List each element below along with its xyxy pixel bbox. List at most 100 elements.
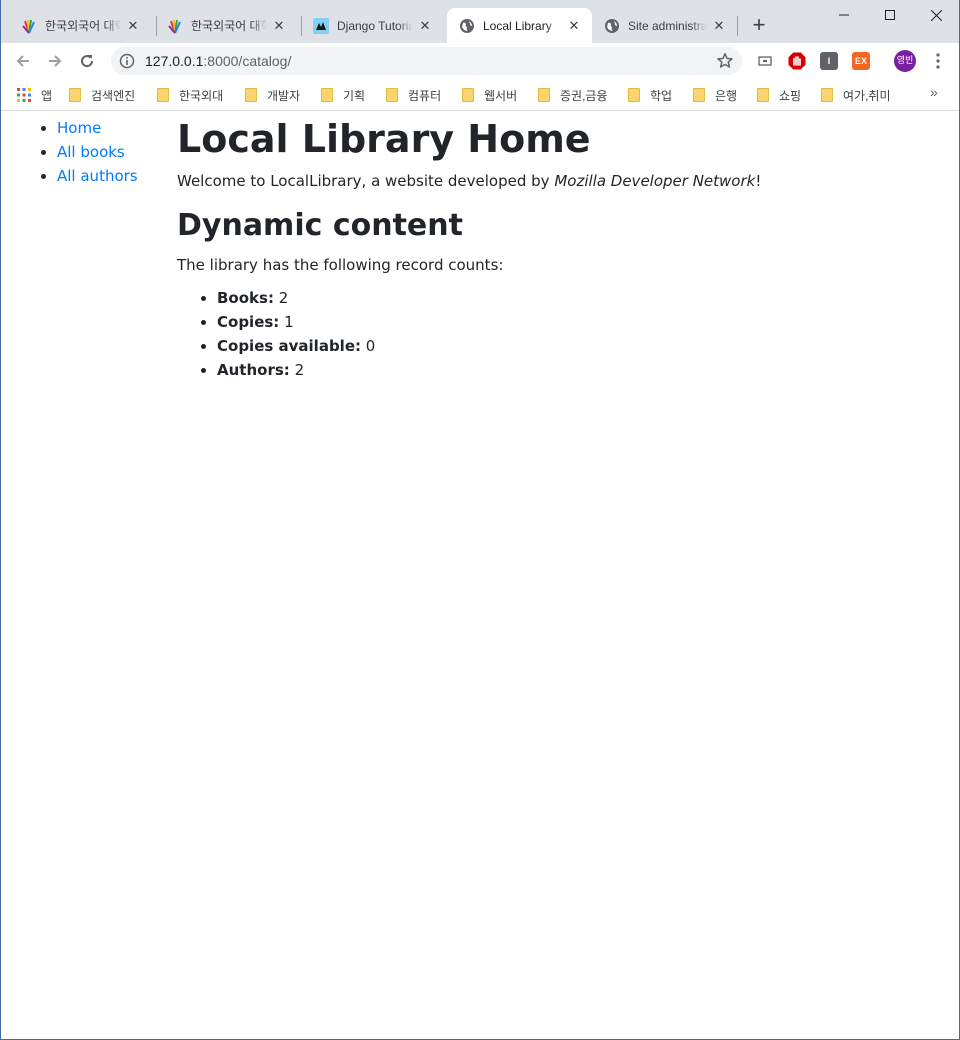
stat-label: Copies available: <box>217 337 361 355</box>
forward-button[interactable] <box>41 47 69 75</box>
forward-arrow-icon <box>49 55 62 67</box>
close-icon[interactable]: ✕ <box>711 18 727 34</box>
main-content: Local Library Home Welcome to LocalLibra… <box>177 116 937 382</box>
folder-icon <box>386 88 398 102</box>
tab-django-tutorial[interactable]: Django Tutorial ✕ <box>301 8 443 43</box>
profile-avatar[interactable]: 영빈 <box>894 50 916 72</box>
bookmark-label: 한국외대 <box>179 88 224 103</box>
info-icon[interactable] <box>119 53 135 69</box>
stat-label: Books: <box>217 289 274 307</box>
close-icon[interactable]: ✕ <box>125 18 141 34</box>
folder-icon <box>321 88 333 102</box>
tab-hufs-1[interactable]: 한국외국어 대학 ✕ <box>9 8 151 43</box>
bookmark-label: 여가,취미 <box>843 88 891 103</box>
bookmark-folder[interactable]: 웹서버 <box>462 84 517 106</box>
bookmarks-overflow-button[interactable]: » <box>930 84 938 100</box>
close-window-button[interactable] <box>913 0 959 30</box>
stat-value: 2 <box>294 361 305 379</box>
folder-icon <box>693 88 705 102</box>
bookmark-folder[interactable]: 검색엔진 <box>69 84 135 106</box>
mdn-icon <box>313 17 329 34</box>
section-heading: Dynamic content <box>177 208 463 243</box>
folder-icon <box>757 88 769 102</box>
stat-books: Books: 2 <box>217 286 937 310</box>
welcome-text: Welcome to LocalLibrary, a website devel… <box>177 170 937 192</box>
stat-label: Copies: <box>217 313 280 331</box>
close-icon[interactable]: ✕ <box>271 18 287 34</box>
close-icon[interactable]: ✕ <box>417 18 433 34</box>
tab-local-library[interactable]: Local Library ✕ <box>447 8 592 43</box>
page-title: Local Library Home <box>177 117 591 161</box>
bookmark-label: 기획 <box>343 88 366 103</box>
sidebar-nav: Home All books All authors <box>37 116 138 188</box>
bookmark-label: 쇼핑 <box>779 88 802 103</box>
bookmark-apps[interactable]: 앱 <box>17 84 52 106</box>
back-arrow-icon <box>16 55 29 67</box>
bookmark-label: 개발자 <box>267 88 301 103</box>
back-button[interactable] <box>9 47 37 75</box>
bookmark-folder[interactable]: 은행 <box>693 84 737 106</box>
bookmark-folder[interactable]: 여가,취미 <box>821 84 891 106</box>
welcome-suffix: ! <box>755 172 762 190</box>
tab-title: Local Library <box>483 18 552 33</box>
tab-title: Site administration <box>628 18 707 33</box>
apps-grid-icon <box>17 88 31 102</box>
bookmark-label: 웹서버 <box>484 88 518 103</box>
stat-copies: Copies: 1 <box>217 310 937 334</box>
new-tab-button[interactable]: + <box>747 14 771 38</box>
nav-link-all-authors[interactable]: All authors <box>57 167 138 185</box>
stat-value: 0 <box>365 337 376 355</box>
bookmark-folder[interactable]: 한국외대 <box>157 84 223 106</box>
tab-title: Django Tutorial <box>337 18 413 33</box>
welcome-emphasis: Mozilla Developer Network <box>554 172 756 190</box>
record-counts-list: Books: 2 Copies: 1 Copies available: 0 A… <box>177 286 937 382</box>
globe-icon <box>604 18 620 34</box>
stat-value: 2 <box>278 289 289 307</box>
bookmark-folder[interactable]: 개발자 <box>245 84 300 106</box>
maximize-button[interactable] <box>867 0 913 30</box>
bookmark-label: 컴퓨터 <box>408 88 442 103</box>
folder-icon <box>69 88 81 102</box>
tab-site-administration[interactable]: Site administration ✕ <box>592 8 737 43</box>
bookmark-folder[interactable]: 증권,금융 <box>538 84 608 106</box>
page-viewport: Home All books All authors Local Library… <box>1 112 959 1039</box>
stat-copies-available: Copies available: 0 <box>217 334 937 358</box>
sidebar-item-home: Home <box>57 116 138 140</box>
adblock-icon[interactable] <box>788 52 806 70</box>
folder-icon <box>538 88 550 102</box>
stat-authors: Authors: 2 <box>217 358 937 382</box>
bookmark-folder[interactable]: 컴퓨터 <box>386 84 441 106</box>
bookmark-folder[interactable]: 쇼핑 <box>757 84 801 106</box>
bookmark-folder[interactable]: 기획 <box>321 84 365 106</box>
globe-icon <box>459 18 475 34</box>
tab-hufs-2[interactable]: 한국외국어 대학 ✕ <box>155 8 297 43</box>
close-icon[interactable]: ✕ <box>566 18 582 34</box>
folder-icon <box>245 88 257 102</box>
nav-link-home[interactable]: Home <box>57 119 101 137</box>
counts-intro: The library has the following record cou… <box>177 256 504 274</box>
tab-title: 한국외국어 대학 <box>191 19 267 33</box>
hufs-icon <box>167 18 183 34</box>
minimize-button[interactable] <box>821 0 867 30</box>
menu-icon[interactable] <box>930 52 946 70</box>
url-text[interactable]: 127.0.0.1:8000/catalog/ <box>145 47 291 75</box>
folder-icon <box>157 88 169 102</box>
bookmark-star-icon[interactable] <box>716 52 734 70</box>
sidebar-item-all-authors: All authors <box>57 164 138 188</box>
bookmark-label: 증권,금융 <box>560 88 608 103</box>
tab-strip: 한국외국어 대학 ✕ 한국외국어 대학 ✕ Django Tutorial ✕ … <box>1 0 959 43</box>
address-bar[interactable]: 127.0.0.1:8000/catalog/ <box>111 47 742 75</box>
browser-toolbar: 127.0.0.1:8000/catalog/ I EX 영빈 <box>1 43 959 79</box>
cast-icon[interactable] <box>756 52 774 70</box>
bookmark-folder[interactable]: 학업 <box>628 84 672 106</box>
instapaper-icon[interactable]: I <box>820 52 838 70</box>
extension-ex-icon[interactable]: EX <box>852 52 870 70</box>
nav-link-all-books[interactable]: All books <box>57 143 125 161</box>
stat-label: Authors: <box>217 361 290 379</box>
folder-icon <box>628 88 640 102</box>
stat-value: 1 <box>284 313 294 331</box>
welcome-prefix: Welcome to LocalLibrary, a website devel… <box>177 172 555 190</box>
bookmarks-bar: 앱 검색엔진 한국외대 개발자 기획 컴퓨터 웹서버 증권,금융 학업 은행 쇼… <box>1 79 959 111</box>
reload-icon <box>81 55 94 68</box>
reload-button[interactable] <box>73 47 101 75</box>
